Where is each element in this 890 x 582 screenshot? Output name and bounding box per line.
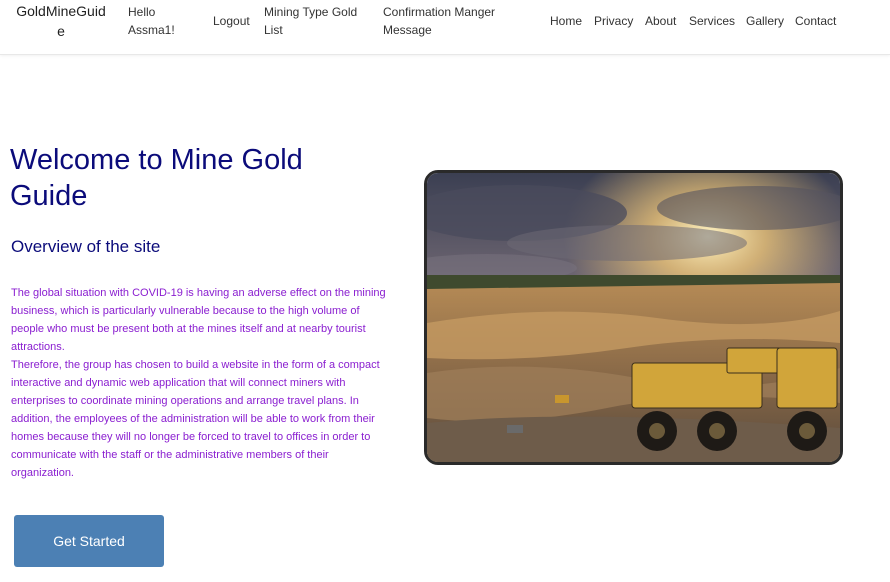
user-greeting: Hello Assma1! (128, 5, 175, 37)
confirmation-manager-message-link[interactable]: Confirmation Manger Message (383, 3, 508, 39)
page-title: Welcome to Mine Gold Guide (10, 144, 303, 212)
nav-home-link[interactable]: Home (550, 12, 582, 30)
page-subtitle: Overview of the site (11, 237, 161, 256)
nav-contact-link[interactable]: Contact (795, 12, 836, 30)
nav-gallery-link[interactable]: Gallery (746, 12, 784, 30)
get-started-button[interactable]: Get Started (14, 515, 164, 567)
nav-privacy-link[interactable]: Privacy (594, 12, 633, 30)
overview-paragraph-2: Therefore, the group has chosen to build… (11, 359, 380, 479)
gold-mine-photo (424, 170, 843, 465)
logout-link[interactable]: Logout (213, 12, 250, 30)
brand-logo[interactable]: GoldMineGuide (13, 1, 109, 41)
navbar: GoldMineGuide Hello Assma1! Logout Minin… (0, 0, 890, 55)
mining-type-gold-list-link[interactable]: Mining Type Gold List (264, 3, 374, 39)
overview-paragraph-1: The global situation with COVID-19 is ha… (11, 287, 386, 353)
nav-services-link[interactable]: Services (689, 12, 735, 30)
nav-about-link[interactable]: About (645, 12, 676, 30)
site-overview-text: The global situation with COVID-19 is ha… (11, 284, 391, 482)
